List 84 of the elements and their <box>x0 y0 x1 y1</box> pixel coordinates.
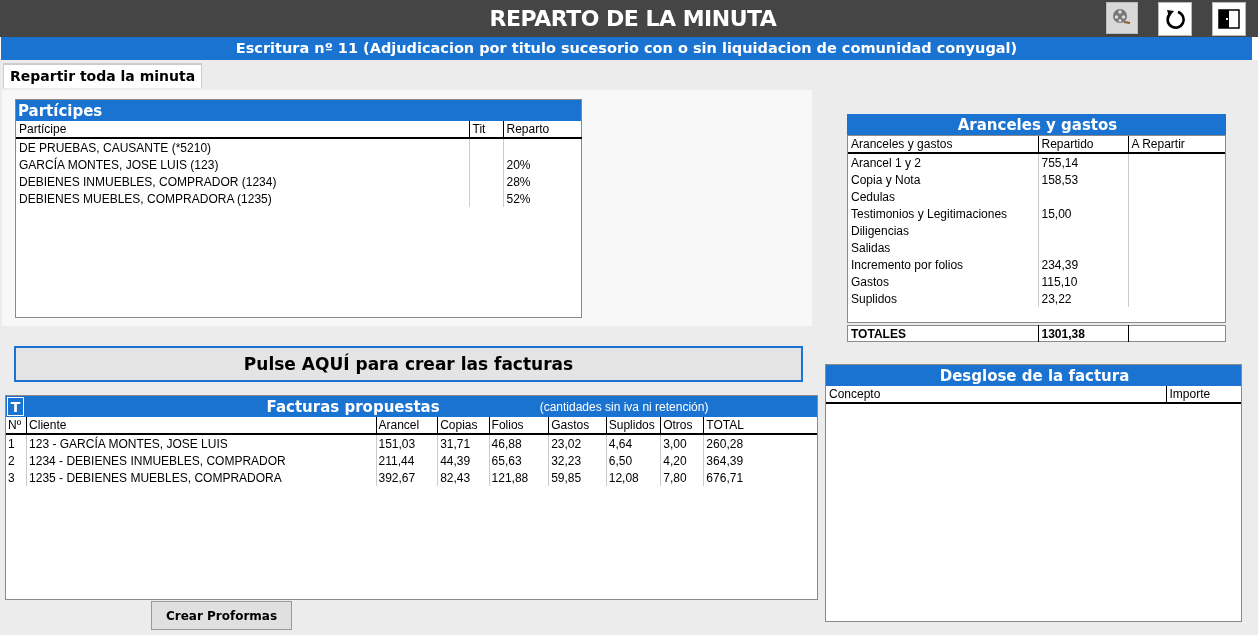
table-cell: 15,00 <box>1038 205 1128 222</box>
panel-title: Facturas propuestas <box>265 397 440 416</box>
table-cell: 676,71 <box>703 469 817 486</box>
column-header[interactable]: Otros <box>660 417 704 434</box>
table-cell: 82,43 <box>437 469 490 486</box>
column-header[interactable]: Aranceles y gastos <box>848 136 1038 153</box>
table-cell: 59,85 <box>548 469 607 486</box>
table-cell: 3,00 <box>660 434 704 452</box>
table-cell: 44,39 <box>437 452 490 469</box>
table-cell: 211,44 <box>376 452 438 469</box>
table-cell: Arancel 1 y 2 <box>848 153 1038 171</box>
table-cell: 151,03 <box>376 434 438 452</box>
table-cell: Incremento por folios <box>848 256 1038 273</box>
table-cell: 1234 - DEBIENES INMUEBLES, COMPRADOR <box>26 452 376 469</box>
column-header[interactable]: Suplidos <box>606 417 661 434</box>
table-cell: 23,22 <box>1038 290 1128 307</box>
table-cell: Salidas <box>848 239 1038 256</box>
column-header[interactable]: Arancel <box>376 417 438 434</box>
table-cell: DE PRUEBAS, CAUSANTE (*5210) <box>16 138 469 156</box>
table-cell: Suplidos <box>848 290 1038 307</box>
total-cell: TOTALES <box>847 325 1038 342</box>
deed-title-bar: Escritura nº 11 (Adjudicacion por titulo sucesorio con o sin liquidacion de comunidad conyugal) <box>0 37 1258 60</box>
table-cell: 364,39 <box>703 452 817 469</box>
toolbar-button[interactable] <box>1158 1 1192 36</box>
column-header[interactable]: Folios <box>489 417 549 434</box>
column-header[interactable]: Repartido <box>1038 136 1128 153</box>
table-cell: 234,39 <box>1038 256 1128 273</box>
table-cell: 115,10 <box>1038 273 1128 290</box>
table-cell: 23,02 <box>548 434 607 452</box>
table-cell: GARCÍA MONTES, JOSE LUIS (123) <box>16 156 469 173</box>
create-proformas-button[interactable]: Crear Proformas <box>151 601 292 630</box>
table-cell: Gastos <box>848 273 1038 290</box>
table-cell: Testimonios y Legitimaciones <box>848 205 1038 222</box>
table-cell: Diligencias <box>848 222 1038 239</box>
column-header[interactable]: Concepto <box>826 386 1166 403</box>
table-cell: 20% <box>503 156 582 173</box>
table-cell: 32,23 <box>548 452 607 469</box>
table-cell: 1235 - DEBIENES MUEBLES, COMPRADORA <box>26 469 376 486</box>
window-title: REPARTO DE LA MINUTA <box>488 6 778 31</box>
toolbar-button[interactable] <box>1212 1 1246 36</box>
table-cell: 260,28 <box>703 434 817 452</box>
total-cell: 1301,38 <box>1038 325 1129 342</box>
table-cell: 392,67 <box>376 469 438 486</box>
table-cell: 4,20 <box>660 452 704 469</box>
table-cell: 65,63 <box>489 452 549 469</box>
table-cell: 121,88 <box>489 469 549 486</box>
table-cell: 31,71 <box>437 434 490 452</box>
create-invoices-button[interactable]: Pulse AQUÍ para crear las facturas <box>14 346 803 382</box>
amounts-note: (cantidades sin iva ni retención) <box>539 399 709 414</box>
table-cell: 123 - GARCÍA MONTES, JOSE LUIS <box>26 434 376 452</box>
undo-icon <box>1164 7 1186 30</box>
column-header[interactable]: A Repartir <box>1128 136 1225 153</box>
column-header[interactable]: Partícipe <box>16 121 469 138</box>
table-cell: 158,53 <box>1038 171 1128 188</box>
table-cell: 2 <box>6 452 27 469</box>
table-cell: 12,08 <box>606 469 661 486</box>
table-cell: 52% <box>503 190 582 207</box>
table-cell: 6,50 <box>606 452 661 469</box>
panel-title: Aranceles y gastos <box>956 115 1118 134</box>
table-cell: 7,80 <box>660 469 704 486</box>
table-cell: DEBIENES INMUEBLES, COMPRADOR (1234) <box>16 173 469 190</box>
panel-title: Partícipes <box>17 101 103 120</box>
toolbar-button[interactable] <box>1106 1 1138 34</box>
table-cell: 755,14 <box>1038 153 1128 171</box>
exit-door-icon <box>1218 7 1240 30</box>
column-header[interactable]: Importe <box>1166 386 1241 403</box>
table-cell: 4,64 <box>606 434 661 452</box>
panel-title: Desglose de la factura <box>938 366 1130 385</box>
table-cell: DEBIENES MUEBLES, COMPRADORA (1235) <box>16 190 469 207</box>
t-button[interactable]: T <box>7 397 24 416</box>
column-header[interactable]: Reparto <box>503 121 582 138</box>
column-header[interactable]: TOTAL <box>703 417 817 434</box>
tab[interactable]: Repartir toda la minuta <box>3 63 203 88</box>
table-cell: Copia y Nota <box>848 171 1038 188</box>
column-header[interactable]: Copias <box>437 417 490 434</box>
table-cell: 28% <box>503 173 582 190</box>
column-header[interactable]: Gastos <box>548 417 607 434</box>
column-header[interactable]: Nº <box>6 417 27 434</box>
column-header[interactable]: Cliente <box>26 417 376 434</box>
table-cell: 46,88 <box>489 434 549 452</box>
column-header[interactable]: Tit <box>469 121 503 138</box>
table-cell: 1 <box>6 434 27 452</box>
table-cell: 3 <box>6 469 27 486</box>
table-cell: Cedulas <box>848 188 1038 205</box>
